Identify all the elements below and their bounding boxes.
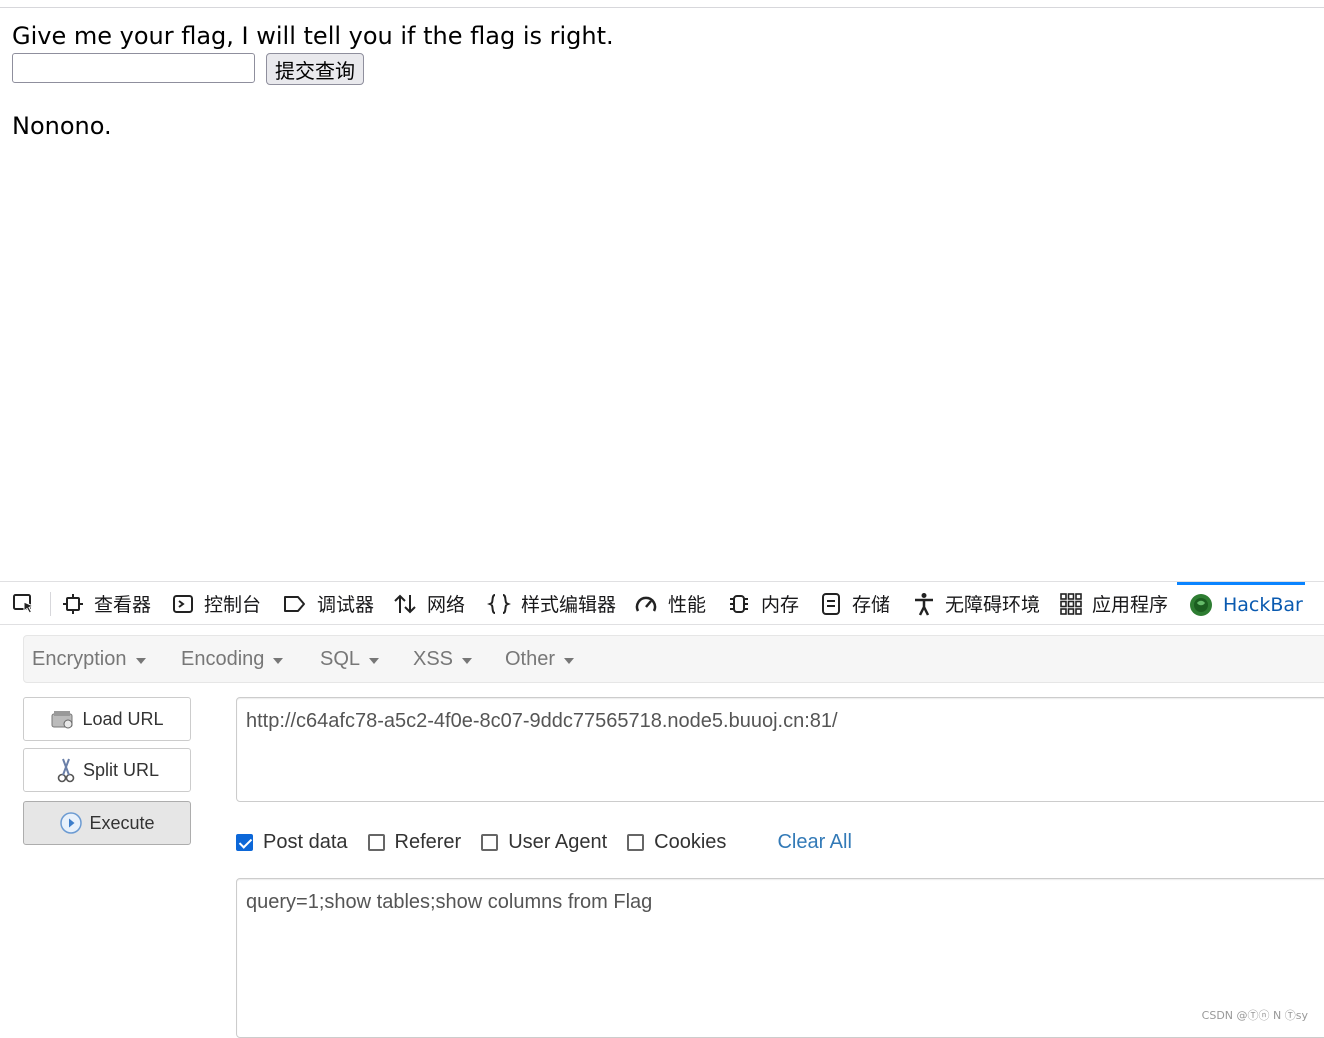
flag-form: 提交查询: [12, 53, 614, 87]
referer-label: Referer: [394, 830, 462, 853]
referer-option[interactable]: Referer: [367, 830, 462, 854]
user-agent-label: User Agent: [508, 830, 608, 853]
page-content: Give me your flag, I will tell you if th…: [12, 22, 614, 87]
split-url-button[interactable]: Split URL: [23, 748, 191, 792]
page-prompt: Give me your flag, I will tell you if th…: [12, 22, 614, 50]
post-data-checkbox[interactable]: [236, 833, 253, 851]
caret-down-icon: [273, 657, 284, 664]
tab-label: 无障碍环境: [945, 594, 1041, 616]
play-icon: [60, 812, 83, 834]
debugger-icon: [284, 595, 305, 612]
hackbar-menubar: Encryption Encoding SQL XSS Other: [23, 635, 1324, 683]
tab-application[interactable]: 应用程序: [1060, 582, 1168, 625]
tab-label: 性能: [668, 594, 707, 616]
tab-memory[interactable]: 内存: [727, 582, 799, 625]
menu-encoding[interactable]: Encoding: [181, 636, 284, 682]
tab-console[interactable]: 控制台: [172, 582, 261, 625]
tab-storage[interactable]: 存储: [820, 582, 890, 625]
user-agent-checkbox[interactable]: [481, 833, 499, 851]
tab-label: 内存: [761, 594, 800, 616]
tab-inspector[interactable]: 查看器: [62, 582, 151, 625]
hackbar-icon: [1190, 594, 1212, 616]
post-data-textarea[interactable]: query=1;show tables;show columns from Fl…: [236, 878, 1324, 1038]
storage-icon: [822, 592, 840, 615]
tab-network[interactable]: 网络: [393, 582, 465, 625]
tab-label: 网络: [427, 594, 466, 616]
caret-down-icon: [135, 657, 146, 664]
tab-hackbar[interactable]: HackBar: [1177, 582, 1305, 625]
tab-style-editor[interactable]: 样式编辑器: [487, 582, 616, 625]
watermark: CSDN @Ⓣⓝ N Ⓣsy: [1201, 1009, 1308, 1022]
devtools-panel: 查看器 控制台 调试器 网络 样式编辑器 性能 内存 存储 无障碍环境 应用程序…: [0, 581, 1324, 1038]
caret-down-icon: [369, 657, 380, 664]
menu-label: SQL: [320, 647, 361, 670]
load-url-label: Load URL: [82, 708, 164, 729]
split-url-label: Split URL: [82, 759, 160, 780]
tab-performance[interactable]: 性能: [634, 582, 706, 625]
tab-debugger[interactable]: 调试器: [283, 582, 374, 625]
tab-label: 应用程序: [1092, 594, 1169, 616]
tab-label: HackBar: [1223, 594, 1303, 616]
element-picker-icon[interactable]: [10, 592, 38, 616]
menu-encryption[interactable]: Encryption: [32, 636, 146, 682]
caret-down-icon: [564, 657, 575, 664]
tab-accessibility[interactable]: 无障碍环境: [913, 582, 1040, 625]
menu-xss[interactable]: XSS: [413, 636, 473, 682]
memory-icon: [730, 594, 748, 613]
tab-label: 存储: [852, 594, 891, 616]
referer-checkbox[interactable]: [367, 833, 385, 851]
browser-top-divider: [0, 7, 1324, 8]
performance-icon: [635, 596, 657, 612]
result-message: Nonono.: [12, 112, 112, 140]
cookies-label: Cookies: [654, 830, 727, 853]
style-editor-icon: [487, 593, 511, 614]
post-data-label: Post data: [263, 830, 348, 853]
cookies-checkbox[interactable]: [627, 833, 645, 851]
load-url-icon: [51, 711, 73, 729]
post-data-option[interactable]: Post data: [236, 831, 348, 854]
application-icon: [1060, 592, 1082, 615]
menu-label: Other: [505, 647, 556, 670]
scissors-icon: [57, 758, 75, 783]
console-icon: [173, 594, 193, 613]
tab-label: 查看器: [94, 594, 152, 616]
tab-label: 样式编辑器: [521, 594, 617, 616]
network-icon: [394, 594, 416, 613]
load-url-button[interactable]: Load URL: [23, 697, 191, 741]
caret-down-icon: [462, 657, 473, 664]
menu-label: Encoding: [181, 647, 265, 670]
execute-button[interactable]: Execute: [23, 801, 191, 845]
menu-label: Encryption: [32, 647, 127, 670]
flag-input[interactable]: [12, 53, 255, 83]
tab-label: 调试器: [317, 594, 375, 616]
clear-all-link[interactable]: Clear All: [777, 831, 851, 854]
cookies-option[interactable]: Cookies: [627, 831, 726, 854]
menu-other[interactable]: Other: [505, 636, 575, 682]
inspector-icon: [63, 593, 83, 614]
tab-label: 控制台: [204, 594, 262, 616]
request-options: Post data Referer User Agent Cookies Cle…: [236, 827, 852, 857]
devtools-tabbar: 查看器 控制台 调试器 网络 样式编辑器 性能 内存 存储 无障碍环境 应用程序…: [0, 581, 1324, 625]
menu-label: XSS: [413, 647, 454, 670]
submit-button[interactable]: 提交查询: [266, 53, 364, 85]
accessibility-icon: [915, 592, 933, 616]
url-textarea[interactable]: http://c64afc78-a5c2-4f0e-8c07-9ddc77565…: [236, 697, 1324, 802]
menu-sql[interactable]: SQL: [320, 636, 380, 682]
execute-label: Execute: [89, 812, 155, 833]
toolbar-separator: [50, 592, 51, 616]
user-agent-option[interactable]: User Agent: [481, 831, 607, 854]
